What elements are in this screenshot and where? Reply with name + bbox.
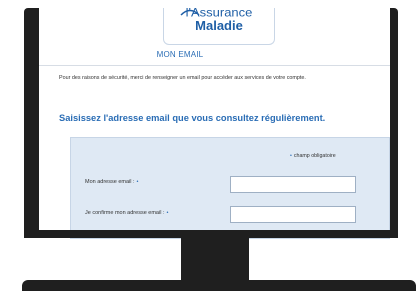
section-heading: Saisissez l'adresse email que vous consu… (59, 113, 326, 123)
email-required-marker: • (136, 179, 139, 185)
required-note-text: champ obligatoire (293, 153, 336, 159)
required-marker: • (290, 153, 292, 159)
monitor-bottom-bezel (24, 230, 398, 238)
confirm-email-required-marker: • (166, 210, 169, 216)
intro-text: Pour des raisons de sécurité, merci de r… (59, 75, 306, 81)
logo-text-line2: Maladie (195, 18, 243, 33)
email-label: Mon adresse email : • (85, 179, 138, 185)
monitor-neck (181, 238, 249, 280)
email-field[interactable] (230, 176, 356, 193)
page-title: MON EMAIL (156, 50, 204, 59)
header-divider (39, 65, 390, 66)
monitor-base (22, 280, 416, 291)
required-note: • champ obligatoire (290, 153, 336, 159)
email-label-text: Mon adresse email : (85, 179, 135, 185)
confirm-email-label: Je confirme mon adresse email : • (85, 210, 168, 216)
confirm-email-label-text: Je confirme mon adresse email : (85, 210, 165, 216)
assurance-maladie-logo[interactable]: l'Assurance Maladie (163, 8, 275, 45)
confirm-email-field[interactable] (230, 206, 356, 223)
